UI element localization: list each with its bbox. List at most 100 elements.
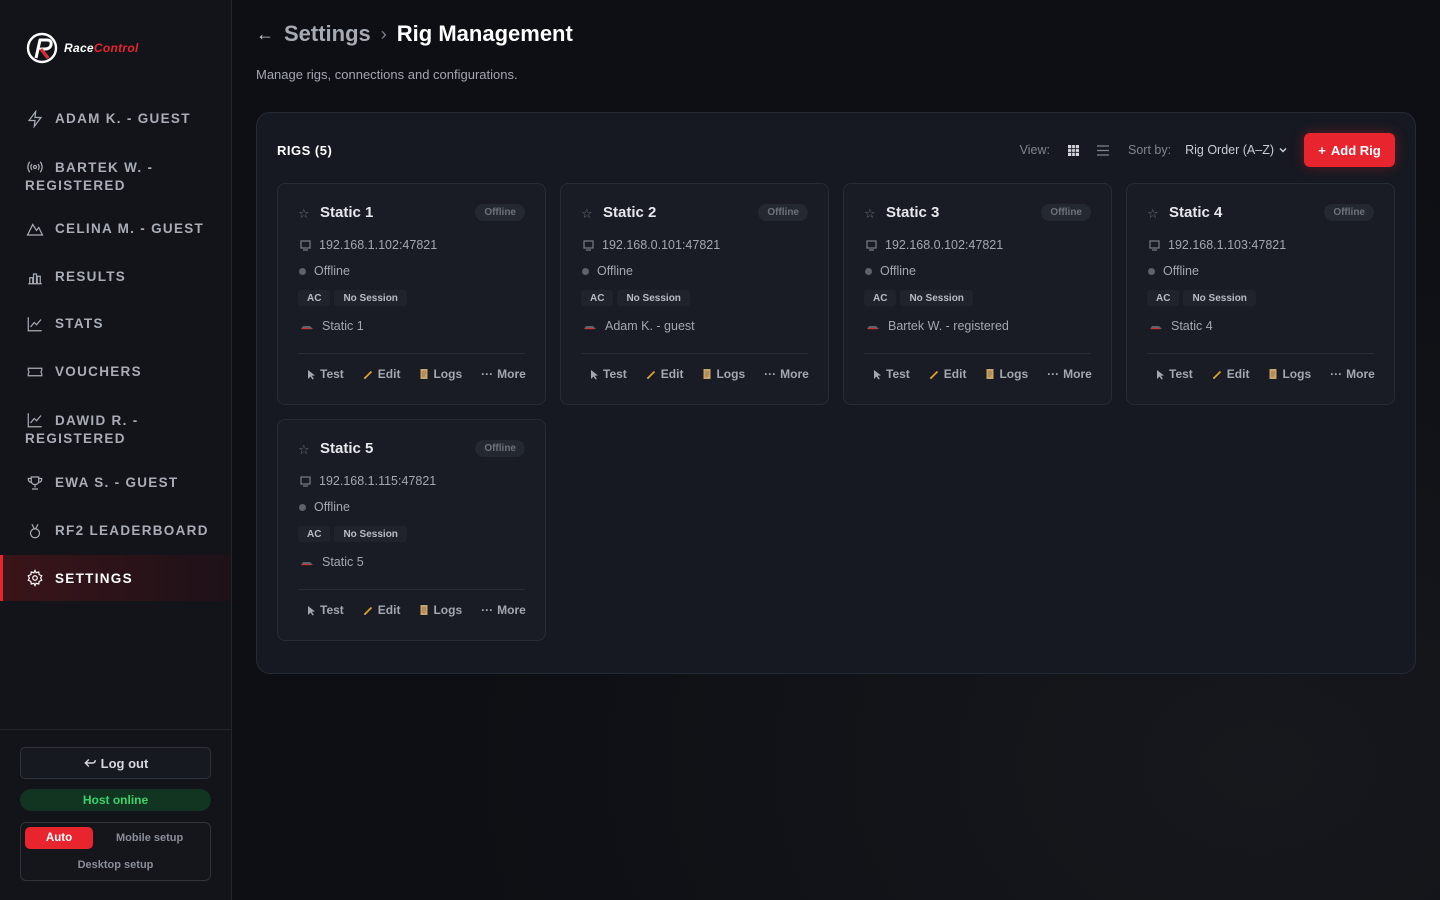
gear-icon bbox=[25, 568, 45, 588]
logout-label: Log out bbox=[100, 755, 149, 771]
test-label: Test bbox=[320, 603, 344, 617]
rig-status-badge: Offline bbox=[1041, 204, 1091, 221]
bar-chart-icon bbox=[25, 267, 45, 287]
logs-button[interactable]: Logs bbox=[419, 367, 462, 381]
app-logo[interactable]: RaceControl bbox=[26, 32, 139, 64]
rig-card[interactable]: ☆ Static 2 Offline 192.168.0.101:47821 O… bbox=[560, 183, 829, 405]
sidebar-item-vouchers[interactable]: VOUCHERS bbox=[0, 362, 231, 382]
car-icon bbox=[301, 562, 313, 566]
cursor-icon bbox=[1157, 369, 1164, 379]
rig-driver-row: Bartek W. - registered bbox=[866, 319, 1009, 333]
scroll-icon bbox=[420, 369, 428, 379]
favorite-star-icon[interactable]: ☆ bbox=[1147, 206, 1159, 222]
sidebar-item-rf2-leaderboard[interactable]: RF2 LEADERBOARD bbox=[0, 521, 231, 541]
chevron-down-icon bbox=[1279, 147, 1287, 153]
rig-driver-row: Static 1 bbox=[300, 319, 364, 333]
more-button[interactable]: ··· More bbox=[1047, 367, 1092, 381]
sidebar-item-settings[interactable]: SETTINGS bbox=[0, 555, 231, 601]
favorite-star-icon[interactable]: ☆ bbox=[581, 206, 593, 222]
breadcrumb-settings[interactable]: Settings bbox=[284, 21, 371, 47]
line-chart-icon bbox=[25, 410, 45, 430]
scroll-icon bbox=[703, 369, 711, 379]
test-button[interactable]: Test bbox=[872, 367, 910, 381]
sidebar-item-celina-m[interactable]: CELINA M. - GUEST bbox=[0, 219, 231, 239]
car-icon bbox=[867, 326, 879, 330]
rig-status-badge: Offline bbox=[1324, 204, 1374, 221]
setup-mode-switch: Auto Mobile setup Desktop setup bbox=[20, 822, 211, 881]
session-tag: No Session bbox=[900, 290, 973, 306]
rig-ip-row: 192.168.0.101:47821 bbox=[583, 238, 720, 252]
more-button[interactable]: ··· More bbox=[481, 603, 526, 617]
sidebar-item-label: EWA S. - GUEST bbox=[55, 475, 179, 490]
rig-card[interactable]: ☆ Static 5 Offline 192.168.1.115:47821 O… bbox=[277, 419, 546, 641]
sort-select[interactable]: Rig Order (A–Z) bbox=[1185, 143, 1288, 157]
pencil-icon bbox=[929, 370, 938, 379]
monitor-icon bbox=[300, 475, 311, 487]
more-label: More bbox=[780, 367, 809, 381]
monitor-icon bbox=[583, 239, 594, 251]
sidebar-item-label: ADAM K. - GUEST bbox=[55, 111, 191, 126]
sidebar-item-adam-k[interactable]: ADAM K. - GUEST bbox=[0, 109, 231, 129]
mode-mobile-button[interactable]: Mobile setup bbox=[116, 832, 183, 844]
edit-label: Edit bbox=[377, 367, 401, 381]
test-button[interactable]: Test bbox=[306, 603, 344, 617]
monitor-icon bbox=[1149, 239, 1160, 251]
list-view-icon[interactable] bbox=[1094, 141, 1112, 159]
sidebar-item-bartek-w[interactable]: BARTEK W. - REGISTERED bbox=[0, 157, 231, 194]
logs-button[interactable]: Logs bbox=[419, 603, 462, 617]
logout-button[interactable]: Log out bbox=[20, 747, 211, 779]
car-icon bbox=[301, 326, 313, 330]
cursor-icon bbox=[308, 605, 315, 615]
edit-button[interactable]: Edit bbox=[363, 367, 401, 381]
breadcrumb-separator: › bbox=[380, 23, 387, 44]
logs-label: Logs bbox=[1282, 367, 1312, 381]
rig-card[interactable]: ☆ Static 1 Offline 192.168.1.102:47821 O… bbox=[277, 183, 546, 405]
sort-value: Rig Order (A–Z) bbox=[1185, 143, 1274, 157]
sidebar-footer: Log out Host online Auto Mobile setup De… bbox=[0, 729, 231, 900]
sidebar-item-label: VOUCHERS bbox=[55, 364, 142, 379]
logs-button[interactable]: Logs bbox=[702, 367, 745, 381]
rig-card[interactable]: ☆ Static 3 Offline 192.168.0.102:47821 O… bbox=[843, 183, 1112, 405]
favorite-star-icon[interactable]: ☆ bbox=[298, 442, 310, 458]
card-divider bbox=[864, 353, 1091, 354]
rig-tags: AC No Session bbox=[864, 290, 973, 306]
back-arrow-icon[interactable]: ← bbox=[256, 24, 274, 45]
sidebar-item-label: DAWID R. - bbox=[55, 413, 139, 428]
test-button[interactable]: Test bbox=[306, 367, 344, 381]
edit-button[interactable]: Edit bbox=[929, 367, 967, 381]
test-button[interactable]: Test bbox=[589, 367, 627, 381]
session-tag: No Session bbox=[334, 526, 407, 542]
sidebar-item-label: BARTEK W. - bbox=[55, 160, 154, 175]
more-button[interactable]: ··· More bbox=[1330, 367, 1375, 381]
add-rig-button[interactable]: + Add Rig bbox=[1304, 133, 1395, 167]
logo-icon bbox=[26, 32, 58, 64]
logs-button[interactable]: Logs bbox=[985, 367, 1028, 381]
more-button[interactable]: ··· More bbox=[764, 367, 809, 381]
mode-desktop-button[interactable]: Desktop setup bbox=[21, 859, 210, 871]
car-icon bbox=[584, 326, 596, 330]
pencil-icon bbox=[1212, 370, 1221, 379]
edit-button[interactable]: Edit bbox=[1212, 367, 1249, 381]
rig-name: Static 4 bbox=[1169, 204, 1223, 221]
medal-icon bbox=[25, 521, 45, 541]
logs-button[interactable]: Logs bbox=[1268, 367, 1311, 381]
session-tag: No Session bbox=[617, 290, 690, 306]
grid-view-icon[interactable] bbox=[1064, 141, 1082, 159]
edit-button[interactable]: Edit bbox=[363, 603, 400, 617]
more-button[interactable]: ··· More bbox=[481, 367, 526, 381]
rig-status-badge: Offline bbox=[758, 204, 808, 221]
sidebar-item-ewa-s[interactable]: EWA S. - GUEST bbox=[0, 473, 231, 493]
edit-button[interactable]: Edit bbox=[646, 367, 683, 381]
test-button[interactable]: Test bbox=[1155, 367, 1193, 381]
rig-card[interactable]: ☆ Static 4 Offline 192.168.1.103:47821 O… bbox=[1126, 183, 1395, 405]
sidebar-item-dawid-r[interactable]: DAWID R. - REGISTERED bbox=[0, 410, 231, 447]
sidebar-item-stats[interactable]: STATS bbox=[0, 314, 231, 334]
favorite-star-icon[interactable]: ☆ bbox=[298, 206, 310, 222]
edit-label: Edit bbox=[943, 367, 967, 381]
cursor-icon bbox=[591, 369, 598, 379]
mode-auto-button[interactable]: Auto bbox=[25, 827, 93, 849]
more-label: More bbox=[497, 603, 526, 617]
sidebar-item-results[interactable]: RESULTS bbox=[0, 267, 231, 287]
rig-connection-status: Offline bbox=[299, 500, 350, 514]
favorite-star-icon[interactable]: ☆ bbox=[864, 206, 876, 222]
